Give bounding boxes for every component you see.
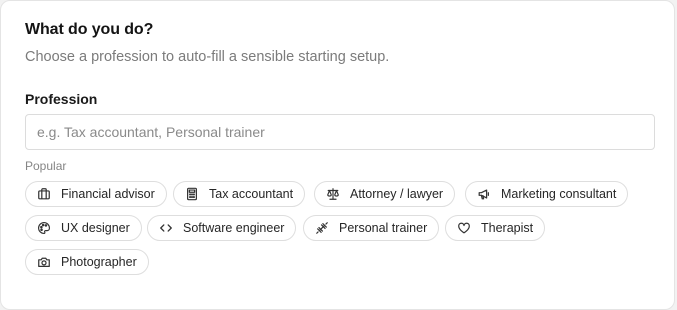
chip-label: UX designer [61, 221, 130, 235]
profession-input[interactable] [25, 114, 655, 150]
chip-photographer[interactable]: Photographer [25, 249, 149, 275]
dumbbell-icon [315, 221, 329, 235]
card-title: What do you do? [25, 21, 154, 38]
chip-software-engineer[interactable]: Software engineer [147, 215, 297, 241]
megaphone-icon [477, 187, 491, 201]
scale-icon [326, 187, 340, 201]
chip-ux-designer[interactable]: UX designer [25, 215, 142, 241]
chip-label: Attorney / lawyer [350, 187, 444, 201]
chip-label: Tax accountant [209, 187, 294, 201]
card-subtitle: Choose a profession to auto-fill a sensi… [25, 49, 390, 65]
profession-label: Profession [25, 91, 98, 107]
chip-personal-trainer[interactable]: Personal trainer [303, 215, 440, 241]
palette-icon [37, 221, 51, 235]
calculator-icon [185, 187, 199, 201]
camera-icon [37, 255, 51, 269]
chip-tax-accountant[interactable]: Tax accountant [173, 181, 306, 207]
chip-label: Photographer [61, 255, 137, 269]
chip-label: Therapist [481, 221, 534, 235]
chip-label: Financial advisor [61, 187, 155, 201]
code-icon [159, 221, 173, 235]
briefcase-icon [37, 187, 51, 201]
chip-attorney-lawyer[interactable]: Attorney / lawyer [314, 181, 456, 207]
chip-label: Marketing consultant [501, 187, 617, 201]
chip-label: Personal trainer [339, 221, 428, 235]
chip-label: Software engineer [183, 221, 285, 235]
chip-marketing-consultant[interactable]: Marketing consultant [465, 181, 629, 207]
chip-financial-advisor[interactable]: Financial advisor [25, 181, 167, 207]
popular-label: Popular [25, 159, 67, 173]
heart-icon [457, 221, 471, 235]
chip-therapist[interactable]: Therapist [445, 215, 546, 241]
